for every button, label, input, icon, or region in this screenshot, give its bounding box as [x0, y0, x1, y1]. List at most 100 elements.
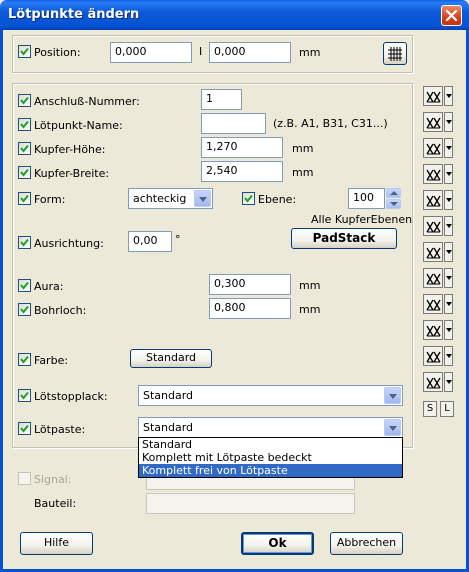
- s-button[interactable]: S: [423, 401, 437, 417]
- abbrechen-button[interactable]: Abbrechen: [330, 532, 403, 555]
- anschluss-checkbox[interactable]: [18, 94, 31, 107]
- name-checkbox[interactable]: [18, 118, 31, 131]
- ebene-field[interactable]: 100: [348, 188, 385, 209]
- copy-button[interactable]: [423, 372, 443, 392]
- copy-button[interactable]: [423, 190, 443, 210]
- hilfe-button[interactable]: Hilfe: [20, 532, 93, 555]
- chevron-down-icon[interactable]: [444, 346, 453, 366]
- copy-icon: [426, 143, 441, 155]
- hoehe-label: Kupfer-Höhe:: [34, 143, 106, 156]
- ausrichtung-field[interactable]: 0,00: [128, 231, 172, 252]
- position-y-field[interactable]: 0,000: [209, 42, 291, 63]
- ebene-label: Ebene:: [258, 193, 297, 206]
- aura-unit: mm: [299, 279, 321, 292]
- breite-checkbox[interactable]: [18, 166, 31, 179]
- ebene-checkbox[interactable]: [242, 192, 255, 205]
- chevron-down-icon[interactable]: [444, 190, 453, 210]
- copy-icon: [426, 273, 441, 285]
- bohrloch-label: Bohrloch:: [34, 304, 87, 317]
- copy-button[interactable]: [423, 112, 443, 132]
- form-dropdown[interactable]: achteckig: [128, 188, 213, 209]
- checkmark-icon: [20, 168, 29, 177]
- bohrloch-checkbox[interactable]: [18, 303, 31, 316]
- paste-dropdown-list[interactable]: Standard Komplett mit Lötpaste bedeckt K…: [138, 437, 403, 478]
- signal-checkbox[interactable]: [18, 472, 31, 485]
- chevron-down-icon[interactable]: [444, 242, 453, 262]
- chevron-down-icon[interactable]: [444, 372, 453, 392]
- aura-checkbox[interactable]: [18, 279, 31, 292]
- chevron-down-icon[interactable]: [384, 419, 401, 436]
- stopplack-dropdown[interactable]: Standard: [138, 385, 403, 406]
- checkmark-icon: [20, 144, 29, 153]
- chevron-down-icon[interactable]: [444, 320, 453, 340]
- checkmark-icon: [20, 391, 29, 400]
- close-icon: [445, 9, 458, 22]
- bauteil-field[interactable]: [146, 493, 355, 514]
- chevron-down-icon[interactable]: [194, 190, 211, 207]
- ebene-spinner[interactable]: [386, 188, 401, 209]
- grid-button[interactable]: [383, 42, 407, 65]
- paste-option[interactable]: Standard: [139, 438, 402, 451]
- aura-label: Aura:: [34, 280, 64, 293]
- copy-icon: [426, 195, 441, 207]
- copy-button[interactable]: [423, 242, 443, 262]
- stopplack-label: Lötstopplack:: [34, 390, 108, 403]
- position-label: Position:: [34, 46, 81, 59]
- farbe-button[interactable]: Standard: [130, 349, 212, 368]
- breite-field[interactable]: 2,540: [201, 161, 283, 182]
- chevron-down-icon[interactable]: [444, 112, 453, 132]
- form-checkbox[interactable]: [18, 192, 31, 205]
- anschluss-label: Anschluß-Nummer:: [34, 95, 140, 108]
- copy-button[interactable]: [423, 320, 443, 340]
- copy-button[interactable]: [423, 164, 443, 184]
- bohrloch-unit: mm: [299, 303, 321, 316]
- anschluss-field[interactable]: 1: [201, 89, 242, 110]
- paste-option[interactable]: Komplett mit Lötpaste bedeckt: [139, 451, 402, 464]
- aura-field[interactable]: 0,300: [209, 274, 291, 295]
- checkmark-icon: [20, 194, 29, 203]
- copy-button[interactable]: [423, 86, 443, 106]
- chevron-down-icon[interactable]: [444, 294, 453, 314]
- checkmark-icon: [20, 96, 29, 105]
- copy-button[interactable]: [423, 346, 443, 366]
- copy-icon: [426, 91, 441, 103]
- stopplack-dropdown-value: Standard: [143, 389, 194, 402]
- copy-button[interactable]: [423, 294, 443, 314]
- bohrloch-field[interactable]: 0,800: [209, 298, 291, 319]
- position-x-field[interactable]: 0,000: [110, 42, 192, 63]
- copy-button[interactable]: [423, 268, 443, 288]
- checkmark-icon: [20, 305, 29, 314]
- copy-button[interactable]: [423, 216, 443, 236]
- ausrichtung-checkbox[interactable]: [18, 236, 31, 249]
- chevron-down-icon[interactable]: [384, 387, 401, 404]
- ok-button[interactable]: Ok: [241, 532, 314, 555]
- chevron-down-icon[interactable]: [444, 86, 453, 106]
- spin-up-icon[interactable]: [386, 188, 401, 198]
- padstack-button[interactable]: PadStack: [291, 228, 397, 249]
- chevron-down-icon[interactable]: [444, 138, 453, 158]
- ebene-hint: Alle KupferEbenen: [311, 213, 413, 226]
- close-button[interactable]: [441, 5, 462, 26]
- hoehe-checkbox[interactable]: [18, 142, 31, 155]
- hoehe-field[interactable]: 1,270: [201, 137, 283, 158]
- name-field[interactable]: [201, 113, 266, 134]
- chevron-down-icon[interactable]: [444, 216, 453, 236]
- chevron-down-icon[interactable]: [444, 268, 453, 288]
- paste-dropdown[interactable]: Standard: [138, 417, 403, 438]
- name-hint: (z.B. A1, B31, C31...): [273, 117, 388, 130]
- paste-label: Lötpaste:: [34, 423, 86, 436]
- spin-down-icon[interactable]: [386, 199, 401, 209]
- paste-option-selected[interactable]: Komplett frei von Lötpaste: [139, 464, 402, 477]
- farbe-checkbox[interactable]: [18, 353, 31, 366]
- l-button[interactable]: L: [440, 401, 454, 417]
- paste-checkbox[interactable]: [18, 422, 31, 435]
- grid-icon: [388, 47, 402, 61]
- stopplack-checkbox[interactable]: [18, 389, 31, 402]
- position-separator: I: [199, 45, 203, 58]
- copy-icon: [426, 169, 441, 181]
- checkmark-icon: [20, 238, 29, 247]
- copy-icon: [426, 117, 441, 129]
- chevron-down-icon[interactable]: [444, 164, 453, 184]
- position-checkbox[interactable]: [18, 45, 31, 58]
- copy-button[interactable]: [423, 138, 443, 158]
